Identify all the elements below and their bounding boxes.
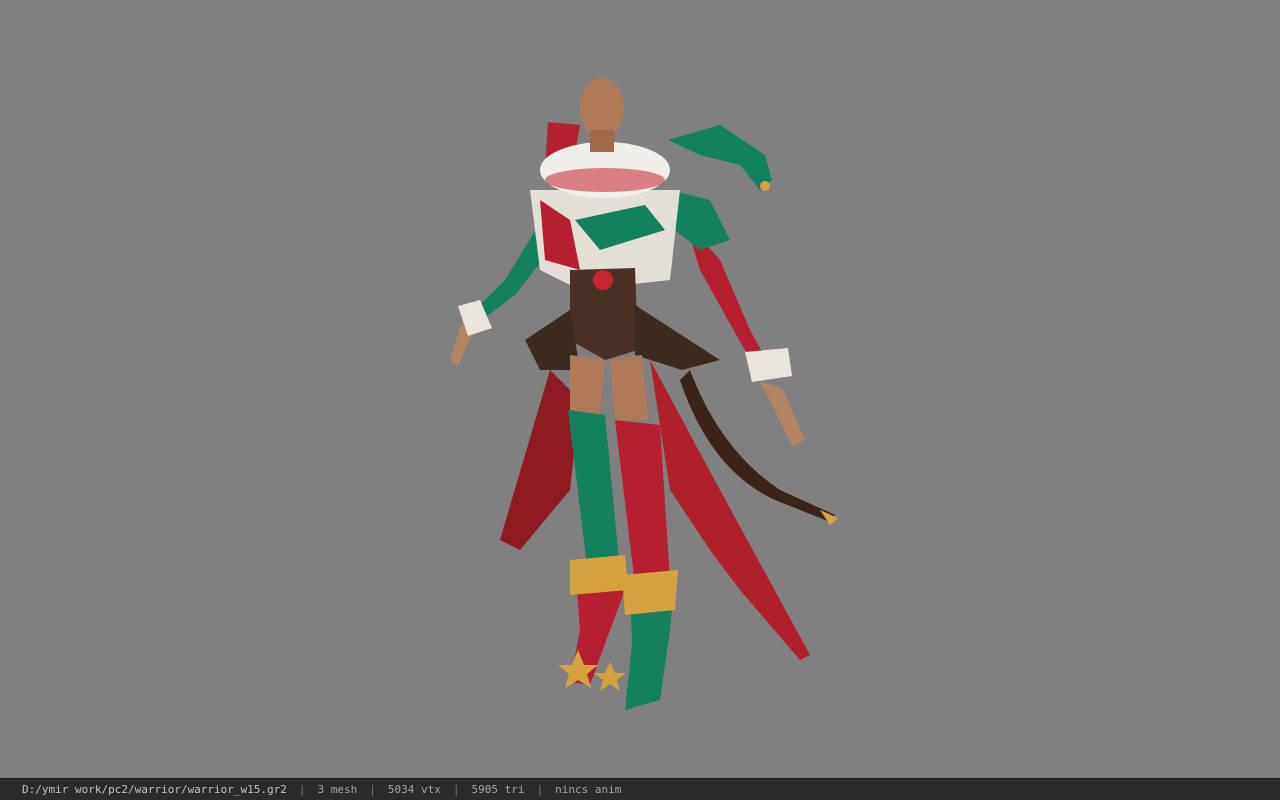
- status-bar: D:/ymir work/pc2/warrior/warrior_w15.gr2…: [0, 778, 1280, 800]
- separator: |: [452, 783, 460, 796]
- anim-status: nincs anim: [555, 783, 622, 796]
- triangle-count: 5905 tri: [471, 783, 525, 796]
- separator: |: [536, 783, 544, 796]
- 3d-viewport[interactable]: [0, 0, 1280, 778]
- separator: |: [298, 783, 306, 796]
- separator: |: [369, 783, 376, 796]
- jester-character-model: [450, 78, 838, 710]
- file-path: D:/ymir work/pc2/warrior/warrior_w15.gr2: [22, 783, 287, 796]
- vertex-count: 5034 vtx: [387, 783, 441, 796]
- mesh-count: 3 mesh: [317, 783, 358, 796]
